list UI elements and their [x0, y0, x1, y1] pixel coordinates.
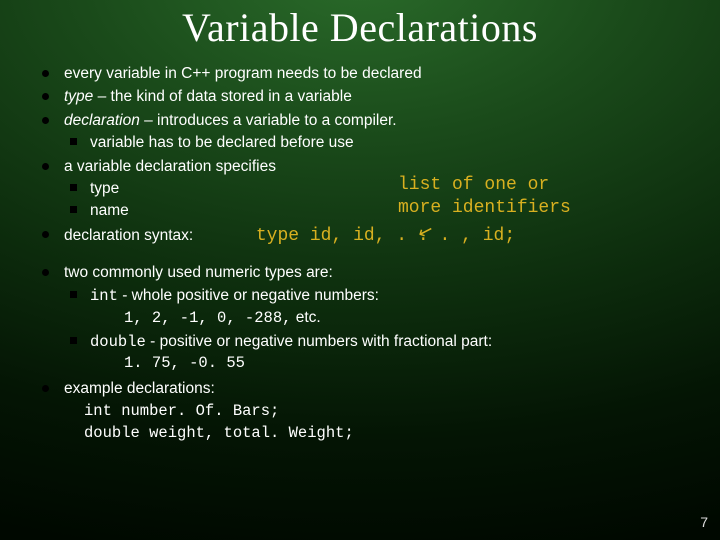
bullet-item: a variable declaration specifies type na…: [38, 156, 682, 222]
bullet-text: every variable in C++ program needs to b…: [64, 65, 422, 82]
bullet-item: two commonly used numeric types are: int…: [38, 262, 682, 374]
term-italic: declaration: [64, 112, 140, 129]
sub-bullet-item: int - whole positive or negative numbers…: [64, 285, 682, 330]
bullet-text: two commonly used numeric types are:: [64, 264, 333, 281]
code-inline: int: [90, 287, 118, 305]
bullet-text: declaration syntax:: [64, 227, 193, 244]
bullet-text: etc.: [291, 309, 320, 326]
example-line: 1, 2, -1, 0, -288, etc.: [90, 307, 682, 329]
bullet-item: declaration – introduces a variable to a…: [38, 110, 682, 154]
term-italic: type: [64, 88, 93, 105]
code-line: int number. Of. Bars;: [84, 400, 682, 422]
sub-bullet-item: name: [64, 200, 682, 221]
code-block: int number. Of. Bars; double weight, tot…: [64, 400, 682, 445]
sub-bullet-item: double - positive or negative numbers wi…: [64, 331, 682, 375]
bullet-text: a variable declaration specifies: [64, 158, 276, 175]
code-line: double weight, total. Weight;: [84, 422, 682, 444]
bullet-text: variable has to be declared before use: [90, 134, 354, 151]
slide: Variable Declarations every variable in …: [0, 0, 720, 540]
callout-annotation: list of one or more identifiers: [398, 174, 571, 219]
callout-line: list of one or: [398, 174, 571, 197]
sub-list: variable has to be declared before use: [64, 132, 682, 153]
sub-list: int - whole positive or negative numbers…: [64, 285, 682, 375]
syntax-code: type id, id, . . . , id;: [256, 226, 515, 246]
code-inline: double: [90, 333, 146, 351]
bullet-text: - whole positive or negative numbers:: [118, 287, 379, 304]
example-line: 1. 75, -0. 55: [90, 353, 682, 374]
bullet-text: example declarations:: [64, 380, 215, 397]
bullet-text: type: [90, 180, 119, 197]
bullet-list: every variable in C++ program needs to b…: [38, 63, 682, 445]
sub-list: type name: [64, 178, 682, 222]
bullet-item: declaration syntax: type id, id, . . . ,…: [38, 224, 682, 249]
bullet-text: - positive or negative numbers with frac…: [146, 333, 492, 350]
code-inline: 1, 2, -1, 0, -288,: [124, 309, 291, 327]
page-number: 7: [700, 514, 708, 530]
bullet-text: – the kind of data stored in a variable: [93, 88, 352, 105]
bullet-text: name: [90, 202, 129, 219]
sub-bullet-item: type: [64, 178, 682, 199]
bullet-item: type – the kind of data stored in a vari…: [38, 86, 682, 107]
slide-title: Variable Declarations: [38, 4, 682, 51]
bullet-item: every variable in C++ program needs to b…: [38, 63, 682, 84]
sub-bullet-item: variable has to be declared before use: [64, 132, 682, 153]
bullet-text: – introduces a variable to a compiler.: [140, 112, 397, 129]
bullet-item: example declarations: int number. Of. Ba…: [38, 378, 682, 444]
callout-line: more identifiers: [398, 197, 571, 220]
